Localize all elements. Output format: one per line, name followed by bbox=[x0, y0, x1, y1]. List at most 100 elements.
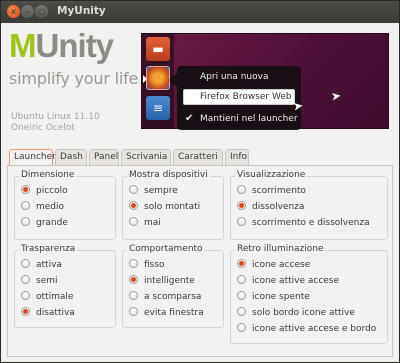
radio-label: sempre bbox=[144, 186, 178, 196]
tab-dash[interactable]: Dash bbox=[55, 149, 87, 165]
radio-label: medio bbox=[36, 202, 65, 212]
radio-button[interactable] bbox=[237, 307, 246, 316]
radio-button[interactable] bbox=[237, 323, 246, 332]
group-dimensione: Dimensione piccolo medio grande bbox=[14, 170, 116, 240]
radio-label: icone attive accese bbox=[252, 276, 340, 286]
close-button[interactable]: × bbox=[7, 5, 20, 18]
maximize-button[interactable]: □ bbox=[35, 5, 48, 18]
radio-option-semi[interactable]: semi bbox=[21, 275, 58, 287]
radio-label: attiva bbox=[36, 260, 62, 270]
tagline: simplify your life bbox=[9, 69, 139, 88]
radio-button[interactable] bbox=[21, 275, 30, 284]
radio-button[interactable] bbox=[21, 259, 30, 268]
radio-label: piccolo bbox=[36, 186, 68, 196]
radio-option-attiva[interactable]: attiva bbox=[21, 259, 62, 271]
radio-option-grande[interactable]: grande bbox=[21, 217, 68, 229]
radio-button[interactable] bbox=[21, 185, 30, 194]
radio-button[interactable] bbox=[129, 275, 138, 284]
radio-button[interactable] bbox=[237, 185, 246, 194]
radio-option-icone-spente[interactable]: icone spente bbox=[237, 291, 310, 303]
radio-label: intelligente bbox=[144, 276, 195, 286]
radio-option-intelligente[interactable]: intelligente bbox=[129, 275, 195, 287]
os-name: Ubuntu Linux 11.10 bbox=[11, 112, 100, 122]
radio-option-scorrimento-e-dissolvenza[interactable]: scorrimento e dissolvenza bbox=[237, 217, 370, 229]
radio-button[interactable] bbox=[129, 201, 138, 210]
radio-button[interactable] bbox=[129, 217, 138, 226]
tab-launcher[interactable]: Launcher bbox=[9, 149, 56, 166]
radio-option-a-scomparsa[interactable]: a scomparsa bbox=[129, 291, 201, 303]
radio-label: a scomparsa bbox=[144, 292, 202, 302]
radio-option-evita-finestra[interactable]: evita finestra bbox=[129, 307, 204, 319]
tab-caratteri[interactable]: Caratteri bbox=[173, 149, 223, 165]
radio-option-scorrimento[interactable]: scorrimento bbox=[237, 185, 306, 197]
radio-label: scorrimento bbox=[252, 186, 306, 196]
radio-label: icone attive accese e bordo bbox=[252, 324, 377, 334]
radio-label: solo bordo icone attive bbox=[252, 308, 355, 318]
radio-button[interactable] bbox=[21, 291, 30, 300]
title-bar[interactable]: × – □ MyUnity bbox=[1, 1, 399, 23]
radio-option-piccolo[interactable]: piccolo bbox=[21, 185, 68, 197]
radio-button[interactable] bbox=[237, 275, 246, 284]
radio-button[interactable] bbox=[129, 185, 138, 194]
radio-button[interactable] bbox=[21, 201, 30, 210]
group-title: Trasparenza bbox=[19, 244, 78, 254]
radio-label: solo montati bbox=[144, 202, 201, 212]
quicklist-menu: Apri una nuova finestra Firefox Browser … bbox=[177, 66, 301, 130]
group-title: Comportamento bbox=[127, 244, 205, 254]
radio-option-icone-attive-accese[interactable]: icone attive accese bbox=[237, 275, 339, 287]
radio-button[interactable] bbox=[129, 259, 138, 268]
quicklist-keep-in-launcher: ✔ Mantieni nel launcher bbox=[177, 110, 301, 128]
radio-button[interactable] bbox=[21, 217, 30, 226]
group-comportamento: Comportamento fisso intelligente a scompars… bbox=[122, 244, 224, 328]
radio-option-medio[interactable]: medio bbox=[21, 201, 64, 213]
files-icon: ▬ bbox=[146, 37, 170, 61]
radio-label: mai bbox=[144, 218, 161, 228]
check-icon: ✔ bbox=[185, 113, 194, 124]
tab-info[interactable]: Info bbox=[225, 149, 249, 165]
myunity-window: × – □ MyUnity MUnity simplify your life … bbox=[0, 0, 400, 363]
radio-option-solo-bordo-icone-attive[interactable]: solo bordo icone attive bbox=[237, 307, 355, 319]
radio-button[interactable] bbox=[237, 259, 246, 268]
radio-button[interactable] bbox=[129, 291, 138, 300]
radio-option-disattiva[interactable]: disattiva bbox=[21, 307, 75, 319]
radio-option-solo-montati[interactable]: solo montati bbox=[129, 201, 200, 213]
window-title: MyUnity bbox=[57, 5, 106, 17]
radio-option-mai[interactable]: mai bbox=[129, 217, 161, 229]
radio-label: scorrimento e dissolvenza bbox=[252, 218, 370, 228]
radio-option-icone-accese[interactable]: icone accese bbox=[237, 259, 310, 271]
minimize-button[interactable]: – bbox=[21, 5, 34, 18]
tab-panel[interactable]: Panel bbox=[89, 149, 119, 165]
mouse-cursor-icon: ➤ bbox=[330, 88, 342, 104]
radio-button[interactable] bbox=[21, 307, 30, 316]
group-title: Mostra dispositivi bbox=[127, 170, 210, 180]
group-title: Visualizzazione bbox=[235, 170, 308, 180]
radio-label: semi bbox=[36, 276, 58, 286]
radio-option-fisso[interactable]: fisso bbox=[129, 259, 165, 271]
radio-option-dissolvenza[interactable]: dissolvenza bbox=[237, 201, 304, 213]
group-visualizzazione: Visualizzazione scorrimento dissolvenza sco… bbox=[230, 170, 388, 240]
group-title: Retro illuminazione bbox=[235, 244, 326, 254]
document-icon: ≡ bbox=[146, 96, 170, 120]
tab-scrivania[interactable]: Scrivania bbox=[121, 149, 171, 165]
radio-label: fisso bbox=[144, 260, 165, 270]
radio-button[interactable] bbox=[237, 201, 246, 210]
radio-label: grande bbox=[36, 218, 68, 228]
group-retro-illuminazione: Retro illuminazione icone accese icone att… bbox=[230, 244, 388, 344]
quicklist-open-new-window: Apri una nuova finestra bbox=[200, 72, 269, 100]
group-trasparenza: Trasparenza attiva semi ottimale disattiva bbox=[14, 244, 116, 328]
radio-label: dissolvenza bbox=[252, 202, 305, 212]
radio-button[interactable] bbox=[237, 291, 246, 300]
radio-button[interactable] bbox=[237, 217, 246, 226]
radio-label: disattiva bbox=[36, 308, 75, 318]
group-mostra-dispositivi: Mostra dispositivi sempre solo montati mai bbox=[122, 170, 224, 240]
radio-option-sempre[interactable]: sempre bbox=[129, 185, 178, 197]
quicklist-pointer bbox=[169, 73, 177, 87]
radio-option-ottimale[interactable]: ottimale bbox=[21, 291, 73, 303]
myunity-logo: MUnity bbox=[9, 27, 114, 64]
radio-option-icone-attive-accese-e-bordo[interactable]: icone attive accese e bordo bbox=[237, 323, 376, 335]
logo-area: MUnity simplify your life Ubuntu Linux 1… bbox=[1, 23, 141, 133]
os-codename: Oneiric Ocelot bbox=[11, 123, 75, 133]
radio-button[interactable] bbox=[129, 307, 138, 316]
group-title: Dimensione bbox=[19, 170, 77, 180]
radio-label: evita finestra bbox=[144, 308, 204, 318]
